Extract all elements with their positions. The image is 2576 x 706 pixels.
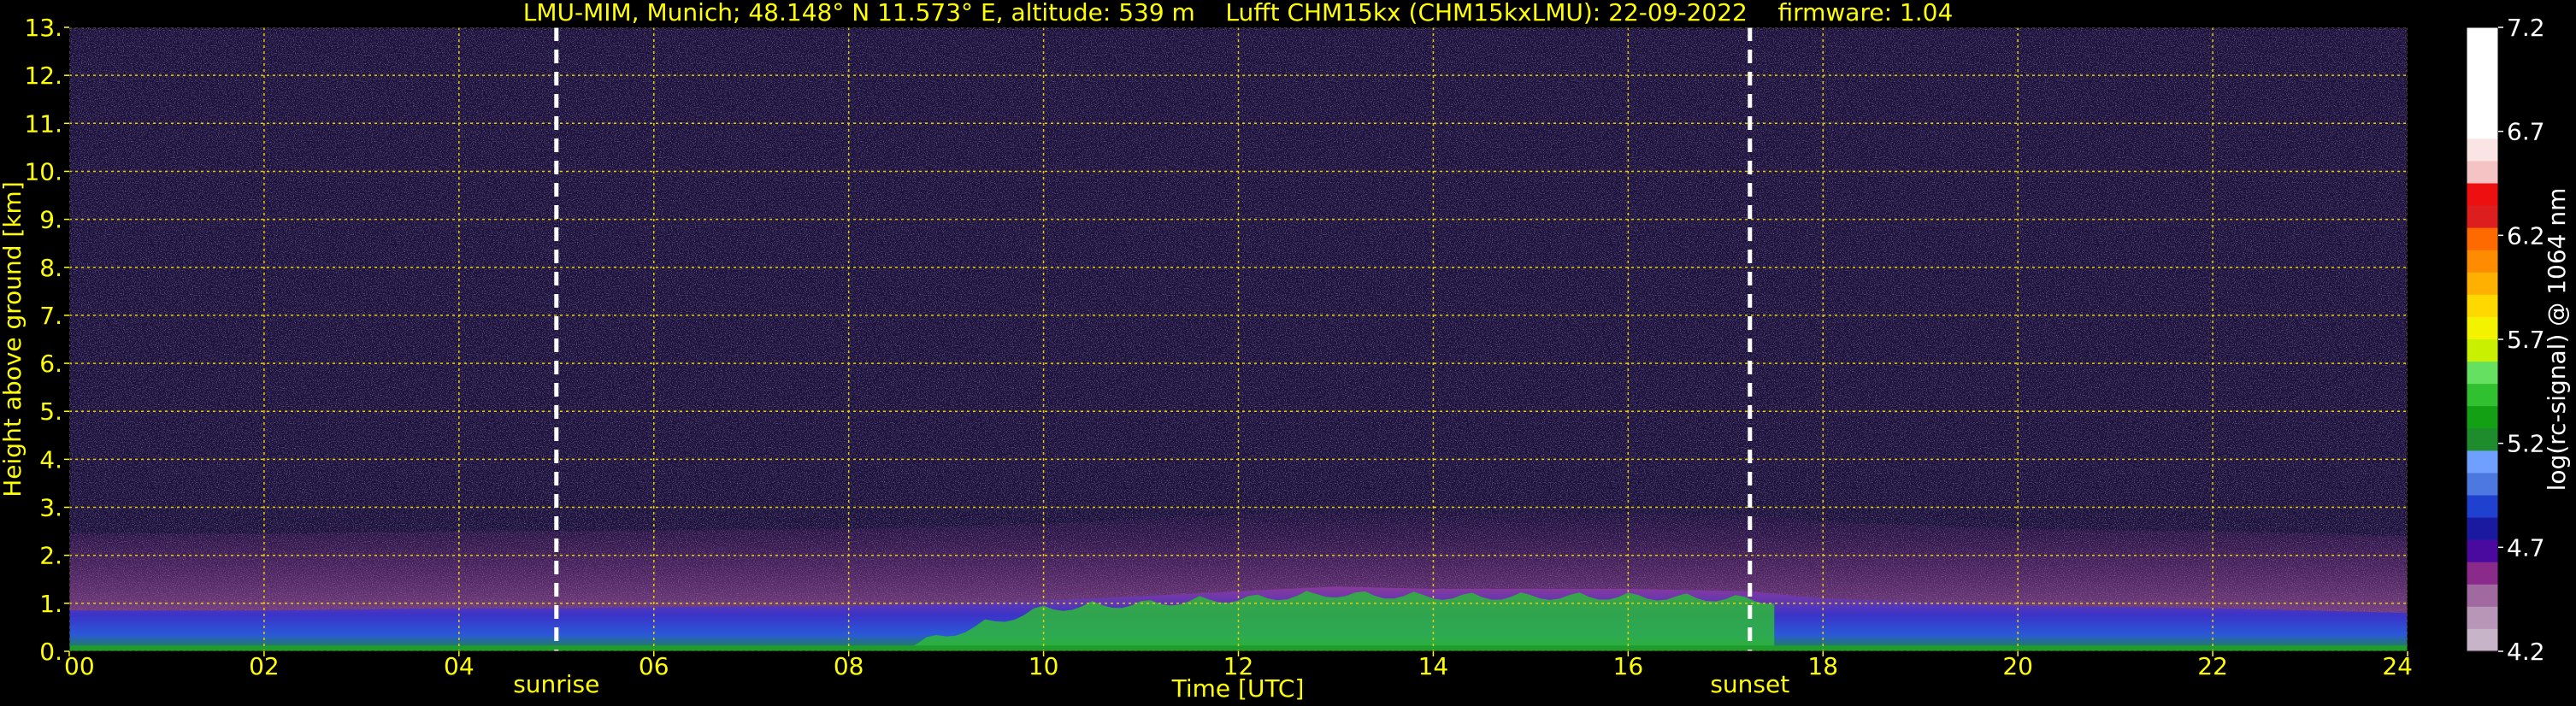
y-tick-label: 0. bbox=[39, 638, 62, 666]
colorbar-swatch bbox=[2467, 362, 2498, 385]
y-tick-label: 10. bbox=[24, 157, 62, 185]
colorbar-swatch bbox=[2467, 161, 2498, 185]
colorbar-swatch bbox=[2467, 384, 2498, 407]
colorbar-swatch bbox=[2467, 562, 2498, 585]
colorbar-swatch bbox=[2467, 406, 2498, 429]
colorbar-swatch bbox=[2467, 606, 2498, 630]
y-tick-label: 5. bbox=[39, 397, 62, 426]
y-tick-label: 4. bbox=[39, 445, 62, 474]
y-tick-label: 6. bbox=[39, 350, 62, 378]
colorbar-swatch bbox=[2467, 450, 2498, 474]
x-tick-label: 14 bbox=[1418, 652, 1449, 680]
colorbar-swatch bbox=[2467, 339, 2498, 362]
x-axis-label: Time [UTC] bbox=[1171, 674, 1305, 703]
y-tick-label: 8. bbox=[39, 254, 62, 282]
colorbar-swatch bbox=[2467, 72, 2498, 95]
colorbar-swatch bbox=[2467, 517, 2498, 541]
x-tick-label: 20 bbox=[2002, 652, 2033, 680]
y-tick-label: 11. bbox=[24, 109, 62, 138]
colorbar-tick-label: 5.2 bbox=[2507, 430, 2545, 458]
x-tick-label: 22 bbox=[2197, 652, 2228, 680]
x-tick-label: 24 bbox=[2382, 652, 2413, 680]
colorbar-swatch bbox=[2467, 205, 2498, 229]
y-tick-label: 3. bbox=[39, 494, 62, 522]
x-tick-label: 06 bbox=[639, 652, 669, 680]
x-tick-label: 02 bbox=[249, 652, 280, 680]
colorbar-swatch bbox=[2467, 183, 2498, 207]
colorbar-swatch bbox=[2467, 250, 2498, 274]
chart-title: LMU-MIM, Munich; 48.148° N 11.573° E, al… bbox=[523, 0, 1954, 26]
x-tick-label: 10 bbox=[1029, 652, 1059, 680]
y-tick-label: 13. bbox=[24, 14, 62, 42]
y-tick-label: 1. bbox=[39, 590, 62, 618]
y-tick-label: 9. bbox=[39, 206, 62, 234]
x-tick-label: 08 bbox=[834, 652, 864, 680]
colorbar-swatch bbox=[2467, 428, 2498, 451]
x-tick-label: 00 bbox=[64, 652, 95, 680]
lidar-quicklook-chart: sunrise sunset 00 02 04 06 08 10 12 14 16 18 20 22 24… bbox=[0, 0, 2571, 703]
colorbar-tick-label: 6.7 bbox=[2507, 118, 2545, 146]
x-tick-label: 04 bbox=[444, 652, 475, 680]
colorbar-tick-label: 4.7 bbox=[2507, 533, 2545, 562]
colorbar-swatch bbox=[2467, 628, 2498, 652]
colorbar-swatch bbox=[2467, 584, 2498, 608]
x-tick-label: 16 bbox=[1613, 652, 1644, 680]
colorbar-swatch bbox=[2467, 116, 2498, 139]
y-tick-label: 12. bbox=[24, 62, 62, 90]
colorbar-swatch bbox=[2467, 227, 2498, 251]
colorbar-swatch bbox=[2467, 27, 2498, 50]
colorbar-swatch bbox=[2467, 495, 2498, 519]
colorbar-tick-label: 4.2 bbox=[2507, 638, 2545, 666]
colorbar-swatch bbox=[2467, 272, 2498, 296]
colorbar-swatch bbox=[2467, 138, 2498, 162]
colorbar-tick-label: 6.2 bbox=[2507, 221, 2545, 250]
colorbar-swatch bbox=[2467, 294, 2498, 318]
colorbar-swatch bbox=[2467, 316, 2498, 340]
colorbar-tick-label: 7.2 bbox=[2507, 14, 2545, 42]
y-axis-label: Height above ground [km] bbox=[0, 181, 27, 497]
colorbar-swatch bbox=[2467, 50, 2498, 73]
y-tick-label: 7. bbox=[39, 302, 62, 330]
x-tick-label: 18 bbox=[1807, 652, 1838, 680]
colorbar-swatch bbox=[2467, 473, 2498, 497]
colorbar-label: log(rc-signal) @ 1064 nm bbox=[2543, 188, 2571, 491]
colorbar-swatch bbox=[2467, 94, 2498, 117]
sunset-marker-label: sunset bbox=[1710, 670, 1789, 698]
sunrise-marker-label: sunrise bbox=[513, 670, 599, 698]
colorbar-swatch bbox=[2467, 539, 2498, 563]
colorbar-tick-label: 5.7 bbox=[2507, 326, 2545, 354]
y-tick-label: 2. bbox=[39, 542, 62, 570]
